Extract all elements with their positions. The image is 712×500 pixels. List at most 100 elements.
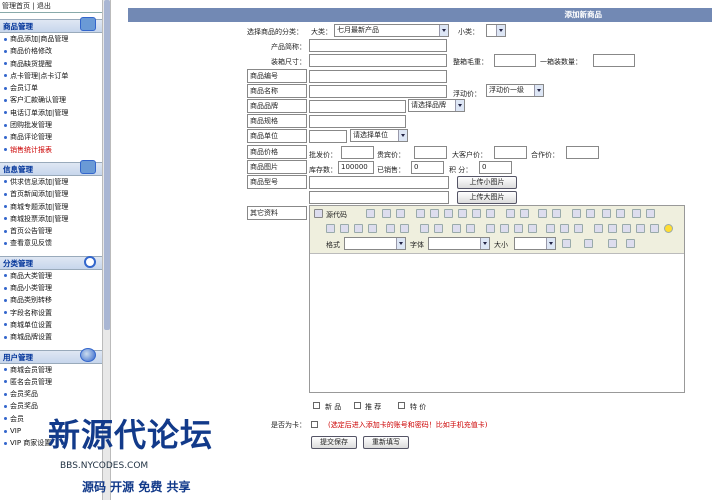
brand-input[interactable] — [309, 100, 406, 113]
superscript-icon[interactable] — [400, 224, 409, 233]
bold-icon[interactable] — [326, 224, 335, 233]
sidebar-item[interactable]: 商城品牌设置 — [0, 331, 102, 343]
sidebar-item[interactable]: 电话订单添加|管理 — [0, 107, 102, 119]
card-checkbox[interactable] — [311, 421, 318, 428]
sidebar-item[interactable]: 商品添加|商品管理 — [0, 33, 102, 45]
undo-icon[interactable] — [538, 209, 547, 218]
sidebar-section-header[interactable]: 用户管理 — [0, 347, 102, 364]
sidebar-section-header[interactable]: 商品管理 — [0, 17, 102, 33]
sidebar-item[interactable]: 商品小类管理 — [0, 282, 102, 294]
print-icon[interactable] — [506, 209, 515, 218]
bg-color-icon[interactable] — [584, 239, 593, 248]
help-icon[interactable] — [626, 239, 635, 248]
table-insert-icon[interactable] — [622, 224, 631, 233]
cut-icon[interactable] — [430, 209, 439, 218]
sidebar-item[interactable]: 商品类别转移 — [0, 294, 102, 306]
redo-icon[interactable] — [552, 209, 561, 218]
points-input[interactable]: 0 — [479, 161, 512, 174]
new-checkbox[interactable] — [313, 402, 320, 409]
sidebar-item[interactable]: 商品价格修改 — [0, 45, 102, 57]
italic-icon[interactable] — [340, 224, 349, 233]
sidebar-item[interactable]: 会员订单 — [0, 82, 102, 94]
bullet-list-icon[interactable] — [434, 224, 443, 233]
link-icon[interactable] — [546, 224, 555, 233]
sidebar-item[interactable]: 字段名称设置 — [0, 307, 102, 319]
name-input[interactable] — [309, 85, 447, 98]
unlink-icon[interactable] — [560, 224, 569, 233]
save-icon[interactable] — [366, 209, 375, 218]
find-icon[interactable] — [572, 209, 581, 218]
submit-button[interactable]: 提交保存 — [311, 436, 357, 449]
sold-input[interactable]: 0 — [411, 161, 444, 174]
logout-link[interactable]: 退出 — [37, 2, 51, 10]
flash-icon[interactable] — [608, 224, 617, 233]
text-color-icon[interactable] — [562, 239, 571, 248]
source-button[interactable]: 源代码 — [326, 210, 347, 220]
small-category-select[interactable] — [486, 24, 506, 37]
indent-icon[interactable] — [466, 224, 475, 233]
paste-word-icon[interactable] — [486, 209, 495, 218]
sidebar-item[interactable]: 商品大类管理 — [0, 270, 102, 282]
editor-content-area[interactable] — [310, 254, 684, 392]
remove-format-icon[interactable] — [616, 209, 625, 218]
spellcheck-icon[interactable] — [520, 209, 529, 218]
align-right-icon[interactable] — [514, 224, 523, 233]
paste-icon[interactable] — [458, 209, 467, 218]
code-input[interactable] — [309, 70, 447, 83]
unit-input[interactable] — [309, 130, 347, 143]
recommend-checkbox[interactable] — [354, 402, 361, 409]
sidebar-item[interactable]: 查看意见反馈 — [0, 237, 102, 249]
format-select[interactable] — [344, 237, 406, 250]
anchor-icon[interactable] — [574, 224, 583, 233]
source-icon[interactable] — [314, 209, 323, 218]
scrollbar-thumb[interactable] — [104, 0, 110, 330]
special-char-icon[interactable] — [650, 224, 659, 233]
subscript-icon[interactable] — [386, 224, 395, 233]
template-icon[interactable] — [416, 209, 425, 218]
rich-text-editor[interactable]: 源代码 格式 字体 大小 — [309, 205, 685, 393]
maximize-icon[interactable] — [608, 239, 617, 248]
smiley-icon[interactable] — [664, 224, 673, 233]
small-image-input[interactable] — [309, 176, 449, 189]
special-checkbox[interactable] — [398, 402, 405, 409]
paste-text-icon[interactable] — [472, 209, 481, 218]
strike-icon[interactable] — [368, 224, 377, 233]
partner-input[interactable] — [566, 146, 599, 159]
new-page-icon[interactable] — [382, 209, 391, 218]
underline-icon[interactable] — [354, 224, 363, 233]
home-link[interactable]: 管理首页 — [2, 2, 30, 10]
sidebar-item[interactable]: 商品缺货提醒 — [0, 58, 102, 70]
float-price-select[interactable]: 浮动价一级 — [486, 84, 544, 97]
preview-icon[interactable] — [396, 209, 405, 218]
gross-input[interactable] — [494, 54, 536, 67]
sidebar-item[interactable]: 团购批发管理 — [0, 119, 102, 131]
select-all-icon[interactable] — [602, 209, 611, 218]
ordered-list-icon[interactable] — [420, 224, 429, 233]
sidebar-item[interactable]: 匿名会员管理 — [0, 376, 102, 388]
upload-small-button[interactable]: 上传小图片 — [457, 176, 517, 189]
replace-icon[interactable] — [586, 209, 595, 218]
sidebar-item[interactable]: 首页公告管理 — [0, 225, 102, 237]
big-category-select[interactable]: 七月最新产品 — [334, 24, 449, 37]
eraser-icon[interactable] — [646, 209, 655, 218]
size-select[interactable] — [514, 237, 556, 250]
hr-icon[interactable] — [636, 224, 645, 233]
stock-input[interactable]: 100000 — [338, 161, 374, 174]
big-image-input[interactable] — [309, 191, 449, 204]
align-left-icon[interactable] — [486, 224, 495, 233]
sidebar-item[interactable]: 点卡管理|点卡订单 — [0, 70, 102, 82]
size-input[interactable] — [309, 54, 447, 67]
align-justify-icon[interactable] — [528, 224, 537, 233]
reset-button[interactable]: 重新填写 — [363, 436, 409, 449]
font-select[interactable] — [428, 237, 490, 250]
sidebar-item[interactable]: 客户汇款确认管理 — [0, 94, 102, 106]
sidebar-item[interactable]: 商城会员管理 — [0, 364, 102, 376]
sidebar-section-header[interactable]: 信息管理 — [0, 159, 102, 176]
bigcust-input[interactable] — [494, 146, 527, 159]
sidebar-item[interactable]: 销售统计报表 — [0, 144, 102, 156]
sidebar-item[interactable]: 商城投票添加|管理 — [0, 213, 102, 225]
brand-select[interactable]: 请选择品牌 — [408, 99, 465, 112]
table-icon[interactable] — [632, 209, 641, 218]
sidebar-item[interactable]: 商城单位设置 — [0, 319, 102, 331]
copy-icon[interactable] — [444, 209, 453, 218]
